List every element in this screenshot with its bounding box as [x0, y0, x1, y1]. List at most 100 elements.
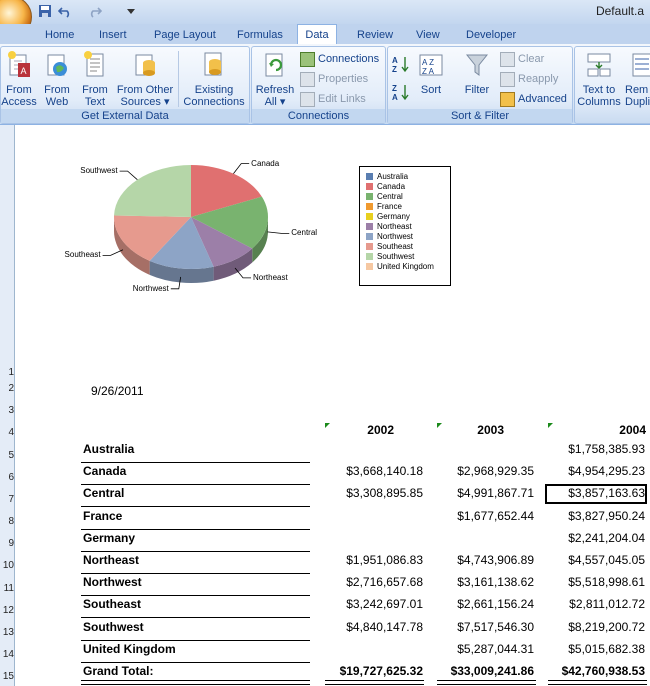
- group-data-tools: Text to Columns Rem Dupli: [574, 46, 650, 124]
- legend-label: Canada: [377, 182, 406, 191]
- legend-item[interactable]: Australia: [366, 172, 408, 182]
- row-number[interactable]: 4: [0, 427, 14, 438]
- row-number[interactable]: 6: [0, 472, 14, 483]
- sort-a-to-z-button[interactable]: AZ: [392, 55, 412, 74]
- group-label-sort-filter: Sort & Filter: [388, 109, 572, 123]
- existing-connections-button[interactable]: Existing Connections: [181, 49, 247, 108]
- value-2003: $4,991,867.71: [457, 486, 534, 500]
- tab-developer[interactable]: Developer: [462, 26, 520, 44]
- row-number[interactable]: 10: [0, 560, 14, 571]
- pie-data-label: Northeast: [253, 272, 288, 282]
- sort-button[interactable]: A ZZ A Sort: [416, 49, 446, 96]
- legend-swatch: [366, 173, 373, 181]
- undo-icon[interactable]: [58, 4, 72, 18]
- row-number[interactable]: 7: [0, 494, 14, 505]
- pie-leader-line: [233, 163, 250, 174]
- redo-icon[interactable]: [88, 4, 102, 18]
- from-access-button[interactable]: A From Access: [1, 49, 37, 108]
- group-separator: [178, 51, 179, 107]
- legend-item[interactable]: United Kingdom: [366, 262, 434, 272]
- grand-total-underline: [437, 680, 536, 685]
- row-number[interactable]: 9: [0, 538, 14, 549]
- legend-item[interactable]: France: [366, 202, 402, 212]
- value-2003: $7,517,546.30: [457, 620, 534, 634]
- value-2002: $2,716,657.68: [346, 575, 423, 589]
- sort-dialog-icon: A ZZ A: [419, 54, 443, 76]
- legend-item[interactable]: Central: [366, 192, 403, 202]
- value-2004: $4,557,045.05: [568, 553, 645, 567]
- legend-label: Northeast: [377, 222, 412, 231]
- row-number[interactable]: 3: [0, 405, 14, 416]
- tab-view[interactable]: View: [412, 26, 444, 44]
- row-number[interactable]: 8: [0, 516, 14, 527]
- tab-page-layout[interactable]: Page Layout: [150, 26, 220, 44]
- sort-z-to-a-button[interactable]: ZA: [392, 83, 412, 102]
- tab-formulas[interactable]: Formulas: [233, 26, 287, 44]
- text-file-icon: [84, 51, 104, 77]
- row-label: Central: [83, 486, 125, 500]
- row-label: Australia: [83, 442, 135, 456]
- row-number[interactable]: 1: [0, 367, 14, 378]
- value-2004: $5,518,998.61: [568, 575, 645, 589]
- row-divider: [81, 529, 310, 530]
- advanced-filter-button[interactable]: Advanced: [500, 91, 567, 107]
- row-number[interactable]: 2: [0, 383, 14, 394]
- save-icon[interactable]: [38, 4, 52, 18]
- reapply-button[interactable]: Reapply: [500, 71, 558, 87]
- filter-button[interactable]: Filter: [460, 49, 494, 96]
- tab-review[interactable]: Review: [353, 26, 397, 44]
- svg-text:A: A: [392, 56, 398, 65]
- web-icon: [47, 54, 67, 76]
- text-to-columns-button[interactable]: Text to Columns: [575, 49, 623, 108]
- value-2002: $1,951,086.83: [346, 553, 423, 567]
- legend-swatch: [366, 183, 373, 191]
- row-number[interactable]: 13: [0, 627, 14, 638]
- legend-item[interactable]: Southwest: [366, 252, 414, 262]
- refresh-all-button[interactable]: Refresh All ▾: [254, 49, 296, 108]
- remove-duplicates-button[interactable]: Rem Dupli: [625, 49, 650, 108]
- customize-toolbar-icon[interactable]: [124, 4, 138, 18]
- tab-insert[interactable]: Insert: [95, 26, 131, 44]
- text-to-columns-icon: [587, 53, 611, 77]
- row-number[interactable]: 12: [0, 605, 14, 616]
- grand-total-underline: [81, 680, 310, 685]
- row-number[interactable]: 15: [0, 671, 14, 682]
- svg-text:Z A: Z A: [422, 67, 435, 76]
- grand-total-2004: $42,760,938.53: [561, 664, 645, 678]
- properties-button[interactable]: Properties: [300, 71, 368, 87]
- row-number[interactable]: 14: [0, 649, 14, 660]
- pie-slice-southwest[interactable]: [114, 165, 191, 217]
- tab-home[interactable]: Home: [41, 26, 78, 44]
- value-2004: $3,827,950.24: [568, 509, 645, 523]
- from-text-button[interactable]: From Text: [77, 49, 113, 108]
- clear-filter-button[interactable]: Clear: [500, 51, 544, 67]
- from-other-sources-button[interactable]: From Other Sources ▾: [114, 49, 176, 108]
- legend-item[interactable]: Canada: [366, 182, 405, 192]
- edit-links-button[interactable]: Edit Links: [300, 91, 366, 107]
- legend-item[interactable]: Northwest: [366, 232, 413, 242]
- row-number[interactable]: 11: [0, 583, 14, 594]
- legend-item[interactable]: Germany: [366, 212, 410, 222]
- svg-text:A Z: A Z: [422, 58, 434, 67]
- value-2004: $4,954,295.23: [568, 464, 645, 478]
- value-2003: $2,968,929.35: [457, 464, 534, 478]
- row-divider: [81, 595, 310, 596]
- edit-links-icon: [300, 91, 315, 107]
- legend-swatch: [366, 203, 373, 211]
- legend-label: Southeast: [377, 242, 414, 251]
- access-icon: A: [8, 51, 30, 77]
- row-divider: [81, 551, 310, 552]
- legend-item[interactable]: Northeast: [366, 222, 412, 232]
- legend-label: France: [377, 202, 402, 211]
- selected-cell[interactable]: [545, 484, 647, 504]
- group-connections: Refresh All ▾ Connections Properties Edi…: [251, 46, 386, 124]
- row-number[interactable]: 5: [0, 450, 14, 461]
- chart-legend[interactable]: Australia Canada Central France Germany North…: [359, 166, 451, 286]
- tab-data[interactable]: Data: [297, 24, 337, 45]
- connections-button[interactable]: Connections: [300, 51, 379, 67]
- legend-item[interactable]: Southeast: [366, 242, 413, 252]
- value-2004: $8,219,200.72: [568, 620, 645, 634]
- from-web-button[interactable]: From Web: [39, 49, 75, 108]
- pie-data-label: Southwest: [80, 166, 118, 176]
- pie-data-label: Northwest: [132, 283, 169, 293]
